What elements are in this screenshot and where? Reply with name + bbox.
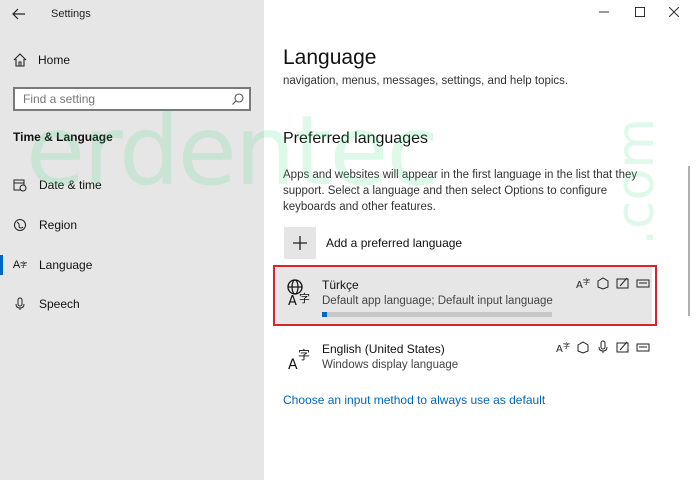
plus-icon (284, 227, 316, 259)
language-capabilities: A字 (576, 276, 650, 290)
language-globe-icon: A 字 (286, 278, 314, 309)
scrollbar[interactable] (688, 166, 690, 316)
svg-text:A: A (556, 344, 563, 354)
home-label: Home (38, 53, 71, 67)
sidebar-item-label: Date & time (39, 178, 102, 192)
sidebar-item-label: Language (39, 258, 93, 272)
svg-text:字: 字 (583, 277, 590, 286)
sidebar-item-label: Region (39, 218, 78, 232)
language-script-icon: A 字 (286, 342, 314, 373)
sidebar: Settings Home Time & Language Date & tim… (0, 0, 264, 480)
language-name: Türkçe (322, 278, 359, 292)
language-capabilities: A字 (556, 340, 650, 354)
language-item-turkish[interactable]: A 字 Türkçe Default app language; Default… (276, 266, 652, 324)
calendar-clock-icon (12, 177, 28, 193)
svg-text:字: 字 (298, 347, 310, 362)
language-subtitle: Default app language; Default input lang… (322, 295, 553, 307)
window-title: Settings (51, 8, 91, 20)
page-title: Language (283, 46, 377, 69)
sidebar-item-label: Speech (39, 297, 80, 311)
home-nav-item[interactable]: Home (12, 52, 70, 68)
keyboard-icon (636, 340, 650, 354)
close-icon[interactable] (662, 4, 686, 20)
speech-icon (596, 276, 610, 290)
download-progress-fill (322, 312, 327, 317)
globe-icon (12, 217, 28, 233)
microphone-icon (596, 340, 610, 354)
language-name: English (United States) (322, 342, 445, 356)
download-progress-bar (322, 312, 552, 317)
add-language-label: Add a preferred language (326, 236, 463, 250)
svg-text:A: A (288, 357, 298, 372)
sidebar-item-language[interactable]: A字 Language (0, 251, 264, 279)
section-title: Time & Language (13, 130, 113, 144)
sidebar-item-speech[interactable]: Speech (0, 290, 264, 318)
active-indicator (0, 255, 3, 275)
keyboard-icon (636, 276, 650, 290)
language-description-text: navigation, menus, messages, settings, a… (283, 75, 569, 87)
search-box[interactable] (13, 87, 251, 111)
language-item-english[interactable]: A 字 English (United States) Windows disp… (276, 330, 652, 388)
add-language-button[interactable]: Add a preferred language (284, 227, 462, 259)
svg-text:字: 字 (299, 291, 310, 305)
handwriting-icon (616, 276, 630, 290)
display-language-icon: A字 (576, 276, 590, 290)
back-arrow-icon[interactable] (8, 4, 30, 24)
language-icon: A字 (12, 259, 28, 271)
sidebar-item-date-time[interactable]: Date & time (0, 171, 264, 199)
display-language-icon: A字 (556, 340, 570, 354)
preferred-languages-heading: Preferred languages (283, 130, 428, 147)
preferred-languages-description: Apps and websites will appear in the fir… (283, 169, 638, 213)
sidebar-item-region[interactable]: Region (0, 211, 264, 239)
svg-text:A: A (576, 280, 583, 290)
maximize-icon[interactable] (628, 4, 652, 20)
main-panel: Language navigation, menus, messages, se… (264, 0, 696, 480)
minimize-icon[interactable] (592, 4, 616, 20)
search-icon[interactable] (231, 92, 245, 106)
speech-icon (576, 340, 590, 354)
svg-text:字: 字 (563, 341, 570, 350)
input-method-link[interactable]: Choose an input method to always use as … (283, 393, 545, 407)
microphone-icon (12, 296, 28, 312)
language-subtitle: Windows display language (322, 359, 459, 371)
handwriting-icon (616, 340, 630, 354)
home-icon (13, 53, 27, 67)
search-input[interactable] (15, 89, 215, 109)
svg-text:A: A (288, 294, 297, 308)
